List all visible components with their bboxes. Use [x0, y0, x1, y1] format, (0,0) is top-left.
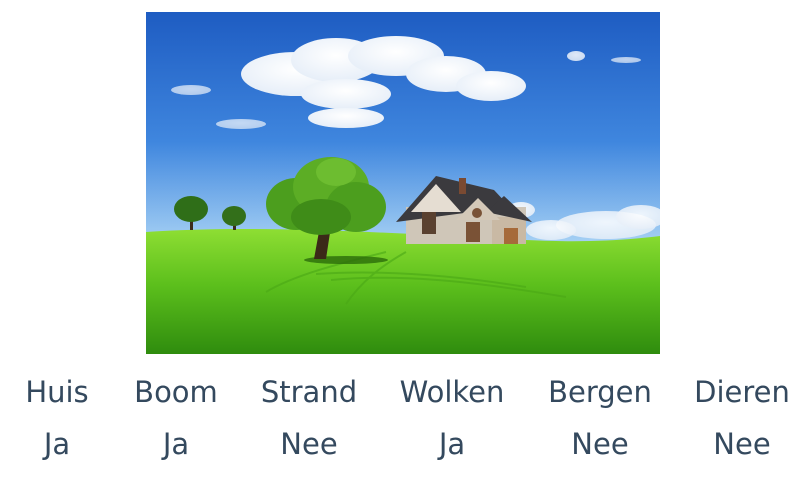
item-word: Bergen [548, 375, 652, 409]
landscape-image [146, 12, 660, 354]
item-strand: Strand Nee [249, 372, 369, 464]
item-word: Dieren [694, 375, 790, 409]
feature-list: Huis Ja Boom Ja Strand Nee Wolken Ja Ber… [0, 372, 804, 472]
item-answer: Ja [438, 427, 466, 461]
grass-field [146, 229, 660, 354]
item-word: Huis [25, 375, 89, 409]
item-answer: Ja [162, 427, 190, 461]
item-answer: Nee [571, 427, 629, 461]
item-wolken: Wolken Ja [392, 372, 512, 464]
item-word: Wolken [399, 375, 505, 409]
item-dieren: Dieren Nee [682, 372, 802, 464]
item-word: Strand [260, 375, 358, 409]
item-answer: Ja [43, 427, 71, 461]
item-bergen: Bergen Nee [540, 372, 660, 464]
item-boom: Boom Ja [116, 372, 236, 464]
item-answer: Nee [280, 427, 338, 461]
item-huis: Huis Ja [0, 372, 117, 464]
item-answer: Nee [713, 427, 771, 461]
item-word: Boom [134, 375, 218, 409]
